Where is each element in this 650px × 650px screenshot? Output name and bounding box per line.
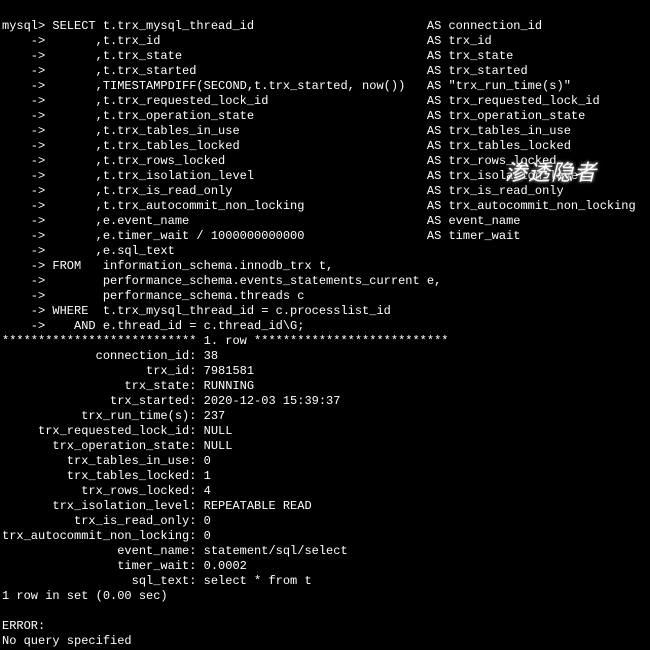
- terminal-line: -> ,t.trx_isolation_level AS trx_isolati…: [2, 169, 648, 184]
- terminal-line: timer_wait: 0.0002: [2, 559, 648, 574]
- terminal-line: trx_isolation_level: REPEATABLE READ: [2, 499, 648, 514]
- terminal-line: event_name: statement/sql/select: [2, 544, 648, 559]
- terminal-line: No query specified: [2, 634, 648, 649]
- terminal-line: trx_state: RUNNING: [2, 379, 648, 394]
- terminal-line: mysql> SELECT t.trx_mysql_thread_id AS c…: [2, 19, 648, 34]
- terminal-line: trx_tables_locked: 1: [2, 469, 648, 484]
- terminal-line: ERROR:: [2, 619, 648, 634]
- terminal-line: trx_autocommit_non_locking: 0: [2, 529, 648, 544]
- terminal-line: -> ,t.trx_requested_lock_id AS trx_reque…: [2, 94, 648, 109]
- terminal-line: -> ,t.trx_state AS trx_state: [2, 49, 648, 64]
- terminal-line: -> ,t.trx_tables_locked AS trx_tables_lo…: [2, 139, 648, 154]
- terminal-lines: mysql> SELECT t.trx_mysql_thread_id AS c…: [2, 19, 648, 649]
- terminal-line: -> ,t.trx_started AS trx_started: [2, 64, 648, 79]
- terminal-line: -> performance_schema.events_statements_…: [2, 274, 648, 289]
- terminal-line: -> ,t.trx_operation_state AS trx_operati…: [2, 109, 648, 124]
- terminal-line: -> ,TIMESTAMPDIFF(SECOND,t.trx_started, …: [2, 79, 648, 94]
- terminal-line: -> ,e.event_name AS event_name: [2, 214, 648, 229]
- terminal-line: trx_tables_in_use: 0: [2, 454, 648, 469]
- terminal-line: trx_run_time(s): 237: [2, 409, 648, 424]
- terminal-line: trx_rows_locked: 4: [2, 484, 648, 499]
- terminal-line: *************************** 1. row *****…: [2, 334, 648, 349]
- terminal-line: -> ,t.trx_tables_in_use AS trx_tables_in…: [2, 124, 648, 139]
- terminal-line: connection_id: 38: [2, 349, 648, 364]
- terminal-line: -> ,t.trx_rows_locked AS trx_rows_locked: [2, 154, 648, 169]
- terminal-line: trx_operation_state: NULL: [2, 439, 648, 454]
- terminal-line: trx_started: 2020-12-03 15:39:37: [2, 394, 648, 409]
- terminal-line: -> FROM information_schema.innodb_trx t,: [2, 259, 648, 274]
- terminal-line: 1 row in set (0.00 sec): [2, 589, 648, 604]
- terminal-line: -> ,t.trx_id AS trx_id: [2, 34, 648, 49]
- terminal-line: -> WHERE t.trx_mysql_thread_id = c.proce…: [2, 304, 648, 319]
- terminal-line: sql_text: select * from t: [2, 574, 648, 589]
- terminal-output: mysql> SELECT t.trx_mysql_thread_id AS c…: [0, 0, 650, 650]
- terminal-line: -> ,t.trx_autocommit_non_locking AS trx_…: [2, 199, 648, 214]
- terminal-line: -> AND e.thread_id = c.thread_id\G;: [2, 319, 648, 334]
- terminal-line: [2, 604, 648, 619]
- terminal-line: trx_id: 7981581: [2, 364, 648, 379]
- terminal-line: trx_is_read_only: 0: [2, 514, 648, 529]
- terminal-line: -> ,t.trx_is_read_only AS trx_is_read_on…: [2, 184, 648, 199]
- terminal-line: -> ,e.sql_text: [2, 244, 648, 259]
- terminal-line: -> ,e.timer_wait / 1000000000000 AS time…: [2, 229, 648, 244]
- terminal-line: -> performance_schema.threads c: [2, 289, 648, 304]
- terminal-line: trx_requested_lock_id: NULL: [2, 424, 648, 439]
